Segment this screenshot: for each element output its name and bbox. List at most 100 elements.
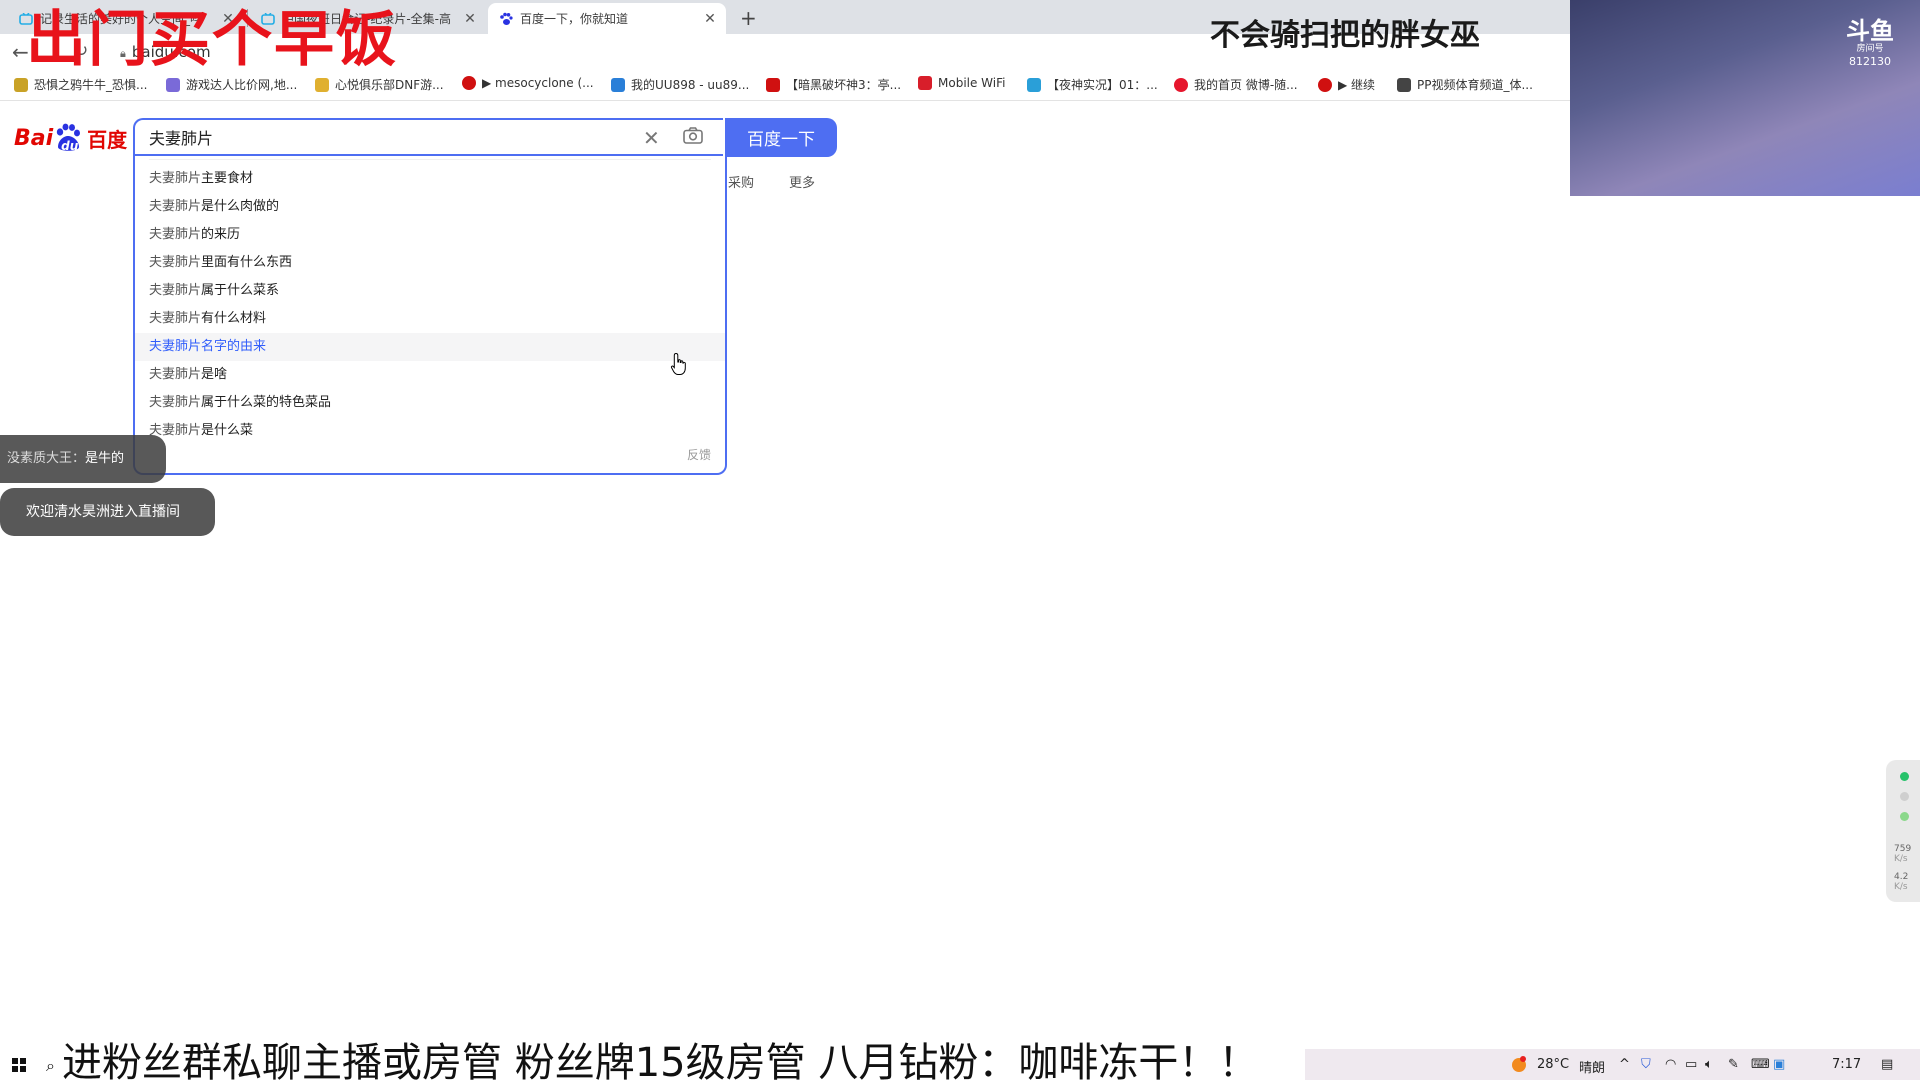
room-number: 812130	[1849, 55, 1891, 68]
bookmark-label: PP视频体育频道_体...	[1417, 78, 1533, 92]
douyu-logo: 斗鱼 房间号 812130	[1840, 18, 1900, 69]
suggestion-item[interactable]: 夫妻肺片属于什么菜的特色菜品	[135, 389, 725, 417]
suggestion-query: 夫妻肺片	[149, 395, 202, 410]
bookmark-icon	[14, 77, 28, 92]
bookmark-item[interactable]: 恐惧之鸦牛牛_恐惧...	[14, 76, 147, 93]
bookmark-label: 恐惧之鸦牛牛_恐惧...	[34, 78, 148, 92]
weather-icon[interactable]	[1510, 1055, 1528, 1077]
suggestion-query: 夫妻肺片	[149, 367, 202, 382]
bookmark-item[interactable]: ▶ 继续	[1318, 76, 1375, 93]
bookmark-item[interactable]: 我的UU898 - uu89...	[611, 76, 749, 93]
bookmark-label: ▶ mesocyclone (...	[482, 76, 594, 90]
network-icon[interactable]: ◠	[1665, 1057, 1676, 1072]
suggestion-item[interactable]: 夫妻肺片是什么肉做的	[135, 193, 725, 221]
bookmark-item[interactable]: PP视频体育频道_体...	[1397, 76, 1533, 93]
webcam-feed: 斗鱼 房间号 812130	[1570, 0, 1920, 196]
camera-icon[interactable]	[683, 127, 703, 148]
stream-overlay-title: 出门买个早饭	[26, 5, 398, 75]
bookmark-icon	[1174, 77, 1188, 92]
search-icon[interactable]: ⌕	[46, 1056, 55, 1076]
suggestion-query: 夫妻肺片	[149, 283, 202, 298]
temperature: 28°C	[1537, 1057, 1570, 1072]
bookmark-item[interactable]: Mobile WiFi	[918, 76, 1005, 90]
bookmark-item[interactable]: 心悦俱乐部DNF游...	[315, 76, 444, 93]
system-tray: 28°C 晴朗 ^ ⛉ ◠ ▭ 🔈︎ ✎ ⌨ ▣ 7:17 ▤	[1305, 1049, 1920, 1080]
baidu-paw-icon	[498, 11, 514, 27]
suggestion-query: 夫妻肺片	[149, 171, 202, 186]
bookmark-icon	[766, 77, 780, 92]
bookmark-label: 【夜神实况】01：...	[1047, 78, 1158, 92]
tab-title: 百度一下，你就知道	[520, 12, 629, 26]
suggestion-item[interactable]: 夫妻肺片里面有什么东西	[135, 249, 725, 277]
logo-text-du: du	[61, 139, 79, 153]
logo-text-bai: Bai	[14, 125, 54, 151]
suggestion-query: 夫妻肺片	[149, 339, 202, 354]
suggestion-rest: 的来历	[201, 227, 241, 242]
suggestion-item[interactable]: 夫妻肺片主要食材	[135, 165, 725, 193]
suggestion-query: 夫妻肺片	[149, 255, 202, 270]
logo-text-cn: 百度	[87, 127, 128, 152]
suggestion-rest: 属于什么菜的特色菜品	[201, 395, 332, 410]
bookmark-item[interactable]: 【暗黑破坏神3：亭...	[766, 76, 901, 93]
close-icon[interactable]: ✕	[462, 11, 478, 27]
bookmark-label: 我的UU898 - uu89...	[631, 78, 750, 92]
bookmark-item[interactable]: 游戏达人比价网,地...	[166, 76, 297, 93]
bookmark-icon	[611, 77, 625, 92]
bookmark-label: 游戏达人比价网,地...	[186, 78, 298, 92]
clear-icon[interactable]: ✕	[643, 126, 660, 150]
suggestion-rest: 有什么材料	[201, 311, 267, 326]
bookmark-item[interactable]: ▶ mesocyclone (...	[462, 76, 594, 90]
chat-user: 没素质大王：	[7, 451, 86, 466]
chat-message: 没素质大王：是牛的	[0, 435, 166, 483]
suggestion-item[interactable]: 夫妻肺片是什么菜	[135, 417, 725, 445]
input-method-icon[interactable]: ⌨	[1751, 1057, 1770, 1072]
tab-3-active[interactable]: 百度一下，你就知道 ✕	[488, 3, 726, 34]
welcome-banner: 欢迎清水昊洲进入直播间	[0, 488, 215, 536]
notification-icon[interactable]: ▤	[1881, 1057, 1893, 1072]
close-icon[interactable]: ✕	[702, 11, 718, 27]
upload-speed: 759	[1894, 844, 1912, 854]
suggestion-dropdown: 夫妻肺片主要食材 夫妻肺片是什么肉做的 夫妻肺片的来历 夫妻肺片里面有什么东西 …	[133, 156, 727, 475]
nav-link-more[interactable]: 更多	[789, 172, 815, 191]
suggestion-rest: 属于什么菜系	[201, 283, 280, 298]
suggestion-item[interactable]: 夫妻肺片是啥	[135, 361, 725, 389]
suggestion-rest: 名字的由来	[201, 339, 267, 354]
search-button[interactable]: 百度一下	[725, 118, 837, 157]
suggestion-item[interactable]: 夫妻肺片有什么材料	[135, 305, 725, 333]
search-input[interactable]	[133, 118, 723, 156]
app-tray-icon[interactable]: ▣	[1773, 1057, 1785, 1072]
new-tab-button[interactable]: +	[740, 6, 757, 30]
bookmark-label: Mobile WiFi	[938, 76, 1006, 90]
search-box: ✕ 百度一下	[133, 118, 837, 157]
bookmark-icon	[166, 77, 180, 92]
chevron-up-icon[interactable]: ^	[1619, 1057, 1630, 1072]
taskbar: ⌕ 28°C 晴朗 ^ ⛉ ◠ ▭ 🔈︎ ✎ ⌨ ▣ 7:17 ▤	[0, 1049, 1920, 1080]
hand-cursor-icon	[670, 352, 688, 380]
suggestion-rest: 是啥	[201, 367, 228, 382]
suggestion-rest: 是什么菜	[201, 423, 254, 438]
suggestion-item[interactable]: 夫妻肺片的来历	[135, 221, 725, 249]
bookmark-icon	[1397, 77, 1411, 92]
status-dot	[1900, 812, 1909, 821]
baidu-logo[interactable]: Bai du 百度	[14, 120, 127, 156]
clock-time[interactable]: 7:17	[1832, 1057, 1861, 1072]
suggestion-rest: 主要食材	[201, 171, 254, 186]
bookmark-item[interactable]: 我的首页 微博-随...	[1174, 76, 1298, 93]
chat-text: 是牛的	[85, 451, 125, 466]
shield-icon[interactable]: ⛉	[1641, 1057, 1651, 1072]
volume-icon[interactable]: 🔈︎	[1705, 1057, 1713, 1072]
nav-link-purchase[interactable]: 采购	[728, 172, 754, 191]
baidu-paw-icon: du	[54, 123, 82, 153]
windows-start-icon[interactable]	[12, 1058, 26, 1072]
bookmark-icon	[462, 76, 476, 90]
bookmark-item[interactable]: 【夜神实况】01：...	[1027, 76, 1158, 93]
suggestion-item[interactable]: 夫妻肺片属于什么菜系	[135, 277, 725, 305]
suggestion-rest: 是什么肉做的	[201, 199, 280, 214]
weather-text: 晴朗	[1579, 1061, 1606, 1076]
bookmark-label: ▶ 继续	[1338, 78, 1376, 92]
suggestion-item-hovered[interactable]: 夫妻肺片名字的由来	[135, 333, 725, 361]
suggestion-query: 夫妻肺片	[149, 199, 202, 214]
battery-icon[interactable]: ▭	[1685, 1057, 1697, 1072]
feedback-link[interactable]: 反馈	[687, 446, 711, 463]
pen-icon[interactable]: ✎	[1728, 1057, 1739, 1072]
